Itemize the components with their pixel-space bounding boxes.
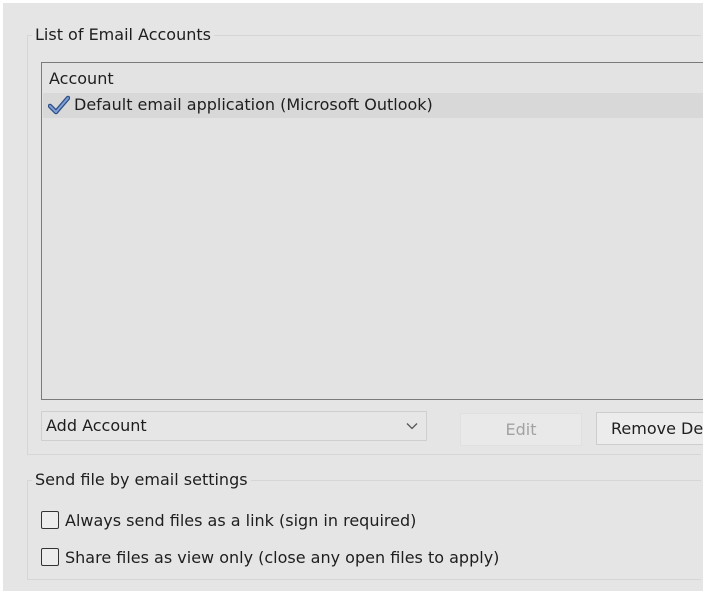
- remove-default-button[interactable]: Remove Def: [596, 412, 703, 445]
- add-account-dropdown-value: Add Account: [46, 416, 147, 435]
- account-list[interactable]: Account Default email application (Micro…: [41, 62, 703, 400]
- edit-button[interactable]: Edit: [460, 413, 582, 446]
- share-view-only-checkbox[interactable]: [41, 548, 59, 566]
- account-label: Default email application (Microsoft Out…: [74, 95, 433, 114]
- chevron-down-icon: [406, 423, 418, 430]
- email-accounts-group-title: List of Email Accounts: [32, 24, 214, 46]
- list-item-default-account[interactable]: Default email application (Microsoft Out…: [43, 93, 703, 118]
- always-send-link-label[interactable]: Always send files as a link (sign in req…: [65, 510, 416, 532]
- checkmark-icon: [48, 95, 70, 115]
- add-account-dropdown[interactable]: Add Account: [41, 411, 427, 441]
- account-column-header: Account: [49, 69, 114, 88]
- send-settings-group-title: Send file by email settings: [32, 469, 251, 491]
- share-view-only-label[interactable]: Share files as view only (close any open…: [65, 547, 499, 569]
- always-send-link-checkbox[interactable]: [41, 511, 59, 529]
